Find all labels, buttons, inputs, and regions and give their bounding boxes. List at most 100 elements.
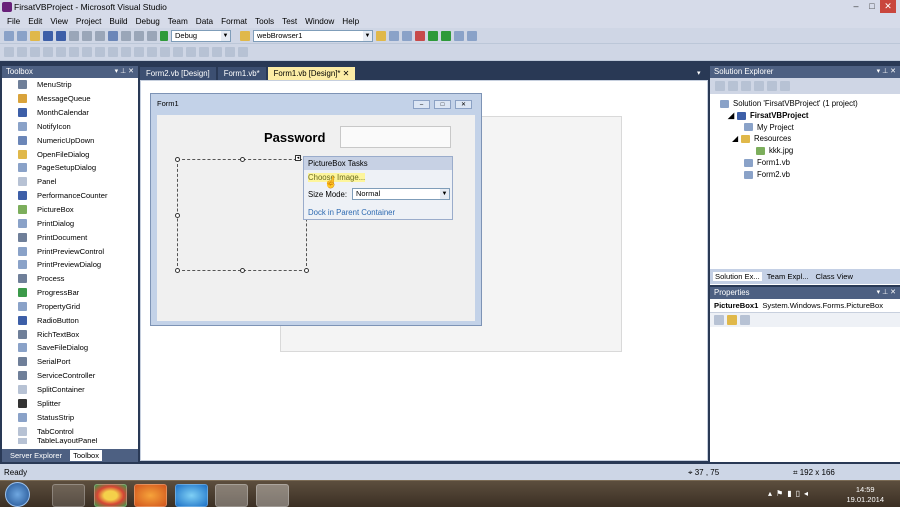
resize-handle-w[interactable] [175, 213, 180, 218]
toolbox-item[interactable]: TableLayoutPanel [2, 437, 138, 444]
close-button[interactable]: ✕ [880, 0, 896, 13]
size-to-grid-icon[interactable] [121, 47, 131, 57]
dock-in-parent-link[interactable]: Dock in Parent Container [308, 208, 395, 217]
properties-object-selector[interactable]: PictureBox1 System.Windows.Forms.Picture… [710, 299, 900, 313]
maximize-button[interactable]: □ [864, 0, 880, 13]
paste-icon[interactable] [95, 30, 105, 41]
tab-form1-design[interactable]: Form1.vb [Design]* ✕ [267, 67, 356, 80]
solution-configuration-dropdown[interactable]: Debug ▼ [171, 29, 231, 42]
resize-handle-nw[interactable] [175, 157, 180, 162]
taskbar-explorer-icon[interactable] [52, 484, 85, 507]
toolbox-icon[interactable] [415, 30, 425, 41]
start-debugging-icon[interactable] [160, 30, 168, 41]
navigate-backward-icon[interactable] [134, 30, 144, 41]
navigate-forward-icon[interactable] [147, 30, 157, 41]
toolbox-item[interactable]: SaveFileDialog [2, 341, 138, 355]
menu-edit[interactable]: Edit [24, 17, 46, 26]
start-page-icon[interactable] [441, 30, 451, 41]
toolbox-item[interactable]: PrintPreviewControl [2, 244, 138, 258]
tree-resources[interactable]: ◢ Resources [720, 133, 900, 145]
toolbox-item[interactable]: RadioButton [2, 313, 138, 327]
toolbox-item[interactable]: PageSetupDialog [2, 161, 138, 175]
menu-tools[interactable]: Tools [251, 17, 278, 26]
toolbox-item[interactable]: ProgressBar [2, 286, 138, 300]
menu-file[interactable]: File [3, 17, 24, 26]
properties-icon[interactable] [389, 30, 399, 41]
resize-handle-n[interactable] [240, 157, 245, 162]
vertical-spacing-icon[interactable] [173, 47, 183, 57]
taskbar-visual-studio-icon[interactable] [215, 484, 248, 507]
cut-icon[interactable] [69, 30, 79, 41]
save-all-icon[interactable] [56, 30, 66, 41]
object-browser-icon[interactable] [402, 30, 412, 41]
picturebox-selected[interactable] [177, 159, 307, 271]
taskbar-firefox-icon[interactable] [134, 484, 167, 507]
tab-form1-code[interactable]: Form1.vb* [217, 67, 266, 80]
view-code-icon[interactable] [754, 81, 764, 91]
password-textbox[interactable] [340, 126, 451, 148]
toolbox-item[interactable]: Panel [2, 175, 138, 189]
toolbox-item[interactable]: RichTextBox [2, 327, 138, 341]
menu-team[interactable]: Team [164, 17, 192, 26]
toolbox-item[interactable]: Process [2, 272, 138, 286]
toolbox-item[interactable]: PerformanceCounter [2, 189, 138, 203]
tree-kkk-jpg[interactable]: kkk.jpg [720, 145, 900, 157]
toolbox-item[interactable]: NotifyIcon [2, 120, 138, 134]
command-window-icon[interactable] [454, 30, 464, 41]
align-middles-icon[interactable] [56, 47, 66, 57]
align-rights-icon[interactable] [30, 47, 40, 57]
toolbox-item[interactable]: PrintPreviewDialog [2, 258, 138, 272]
find-icon[interactable] [240, 30, 250, 41]
tree-project[interactable]: ◢ FirsatVBProject [720, 110, 900, 122]
start-button[interactable] [5, 482, 30, 507]
taskbar-ie-icon[interactable] [175, 484, 208, 507]
close-icon[interactable]: ✕ [343, 69, 350, 78]
menu-test[interactable]: Test [278, 17, 301, 26]
horizontal-spacing-icon[interactable] [134, 47, 144, 57]
tree-form2[interactable]: Form2.vb [720, 169, 900, 181]
add-item-icon[interactable] [17, 30, 27, 41]
make-same-height-icon[interactable] [95, 47, 105, 57]
toolbox-item[interactable]: PrintDialog [2, 216, 138, 230]
pin-icon[interactable]: ▾ ⊥ ✕ [877, 287, 896, 299]
smart-tag-glyph-icon[interactable]: ◂ [295, 155, 301, 161]
tab-class-view[interactable]: Class View [814, 272, 855, 281]
tab-form2-design[interactable]: Form2.vb [Design] [140, 67, 216, 80]
toolbox-item[interactable]: StatusStrip [2, 410, 138, 424]
toolbox-item[interactable]: OpenFileDialog [2, 147, 138, 161]
categorized-icon[interactable] [714, 315, 724, 325]
expand-arrow-icon[interactable]: ◢ [728, 110, 734, 122]
pin-icon[interactable]: ▾ ⊥ ✕ [115, 66, 134, 78]
align-tops-icon[interactable] [43, 47, 53, 57]
show-all-files-icon[interactable] [728, 81, 738, 91]
view-designer-icon[interactable] [767, 81, 777, 91]
class-diagram-icon[interactable] [780, 81, 790, 91]
tab-order-icon[interactable] [238, 47, 248, 57]
menu-build[interactable]: Build [105, 17, 131, 26]
properties-icon[interactable] [715, 81, 725, 91]
redo-icon[interactable] [121, 30, 131, 41]
system-tray-icons[interactable]: ▴⚑▮▯◂ [768, 489, 812, 498]
menu-debug[interactable]: Debug [132, 17, 164, 26]
tab-dropdown-icon[interactable]: ▾ [697, 69, 701, 77]
align-lefts-icon[interactable] [4, 47, 14, 57]
toolbox-item[interactable]: NumericUpDown [2, 133, 138, 147]
bring-to-front-icon[interactable] [212, 47, 222, 57]
center-vertically-icon[interactable] [199, 47, 209, 57]
toolbox-item[interactable]: MenuStrip [2, 78, 138, 92]
tab-team-explorer[interactable]: Team Expl... [765, 272, 811, 281]
toolbox-item[interactable]: ServiceController [2, 369, 138, 383]
increase-spacing-icon[interactable] [147, 47, 157, 57]
align-centers-icon[interactable] [17, 47, 27, 57]
refresh-icon[interactable] [741, 81, 751, 91]
open-file-icon[interactable] [30, 30, 40, 41]
undo-icon[interactable] [108, 30, 118, 41]
send-to-back-icon[interactable] [225, 47, 235, 57]
pin-icon[interactable]: ▾ ⊥ ✕ [877, 66, 896, 78]
tree-form1[interactable]: Form1.vb [720, 157, 900, 169]
make-same-size-icon[interactable] [108, 47, 118, 57]
toolbox-item[interactable]: MonthCalendar [2, 106, 138, 120]
menu-window[interactable]: Window [301, 17, 338, 26]
tab-server-explorer[interactable]: Server Explorer [7, 451, 65, 460]
solution-explorer-icon[interactable] [376, 30, 386, 41]
